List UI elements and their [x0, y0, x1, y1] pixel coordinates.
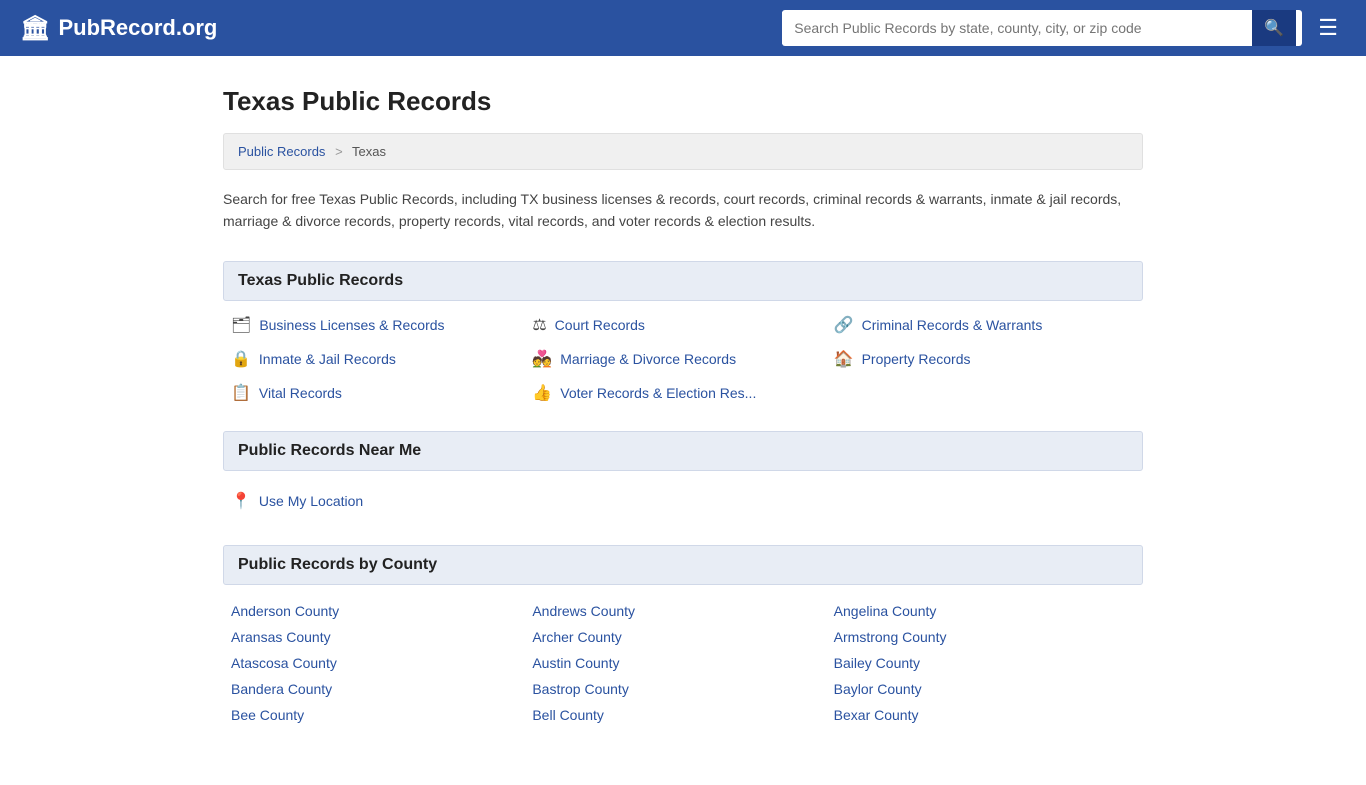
record-label: Court Records [555, 317, 645, 333]
record-item[interactable]: 🗂 Business Licenses & Records [231, 315, 532, 335]
record-icon: 🗂 [231, 315, 251, 335]
county-item[interactable]: Andrews County [532, 603, 833, 619]
record-icon: 📋 [231, 383, 251, 403]
county-item[interactable]: Bexar County [834, 707, 1135, 723]
county-section: Public Records by County Anderson County… [223, 545, 1143, 727]
main-content: Texas Public Records Public Records > Te… [203, 56, 1163, 785]
county-item[interactable]: Aransas County [231, 629, 532, 645]
county-item[interactable]: Bell County [532, 707, 833, 723]
county-item[interactable]: Armstrong County [834, 629, 1135, 645]
menu-button[interactable]: ☰ [1310, 13, 1346, 43]
record-label: Marriage & Divorce Records [560, 351, 736, 367]
record-label: Inmate & Jail Records [259, 351, 396, 367]
record-label: Voter Records & Election Res... [560, 385, 756, 401]
hamburger-icon: ☰ [1318, 15, 1338, 40]
record-icon: ⚖ [532, 315, 546, 335]
logo-icon: 🏛 [20, 14, 50, 43]
header-right: 🔍 ☰ [782, 10, 1346, 46]
page-title: Texas Public Records [223, 86, 1143, 117]
records-grid: 🗂 Business Licenses & Records ⚖ Court Recor… [223, 315, 1143, 403]
location-icon: 📍 [231, 491, 251, 511]
search-bar: 🔍 [782, 10, 1302, 46]
location-label: Use My Location [259, 493, 363, 509]
record-item[interactable]: 🔒 Inmate & Jail Records [231, 349, 532, 369]
site-logo[interactable]: 🏛 PubRecord.org [20, 14, 217, 43]
county-item[interactable]: Angelina County [834, 603, 1135, 619]
record-icon: 🔗 [834, 315, 854, 335]
search-input[interactable] [782, 12, 1252, 44]
logo-text: PubRecord.org [58, 15, 217, 41]
texas-records-section: Texas Public Records 🗂 Business Licenses … [223, 261, 1143, 403]
record-label: Vital Records [259, 385, 342, 401]
county-item[interactable]: Bastrop County [532, 681, 833, 697]
breadcrumb-separator: > [335, 144, 343, 159]
county-item[interactable]: Anderson County [231, 603, 532, 619]
county-item[interactable]: Bee County [231, 707, 532, 723]
record-label: Criminal Records & Warrants [862, 317, 1043, 333]
record-item[interactable]: 🔗 Criminal Records & Warrants [834, 315, 1135, 335]
record-icon: 💑 [532, 349, 552, 369]
breadcrumb-current: Texas [352, 144, 386, 159]
use-my-location[interactable]: 📍 Use My Location [231, 491, 1135, 511]
county-item[interactable]: Archer County [532, 629, 833, 645]
record-icon: 🔒 [231, 349, 251, 369]
near-me-section: Public Records Near Me 📍 Use My Location [223, 431, 1143, 517]
record-item[interactable]: 👍 Voter Records & Election Res... [532, 383, 833, 403]
near-me-content: 📍 Use My Location [223, 485, 1143, 517]
record-icon: 🏠 [834, 349, 854, 369]
record-label: Property Records [862, 351, 971, 367]
county-item[interactable]: Austin County [532, 655, 833, 671]
county-item[interactable]: Atascosa County [231, 655, 532, 671]
near-me-heading: Public Records Near Me [223, 431, 1143, 471]
county-item[interactable]: Bailey County [834, 655, 1135, 671]
breadcrumb-parent[interactable]: Public Records [238, 144, 325, 159]
breadcrumb: Public Records > Texas [223, 133, 1143, 170]
site-header: 🏛 PubRecord.org 🔍 ☰ [0, 0, 1366, 56]
record-item[interactable]: ⚖ Court Records [532, 315, 833, 335]
texas-records-heading: Texas Public Records [223, 261, 1143, 301]
county-item[interactable]: Baylor County [834, 681, 1135, 697]
search-icon: 🔍 [1264, 20, 1284, 37]
record-item[interactable]: 🏠 Property Records [834, 349, 1135, 369]
search-button[interactable]: 🔍 [1252, 10, 1296, 46]
record-label: Business Licenses & Records [259, 317, 444, 333]
record-item[interactable]: 💑 Marriage & Divorce Records [532, 349, 833, 369]
page-description: Search for free Texas Public Records, in… [223, 188, 1143, 233]
county-heading: Public Records by County [223, 545, 1143, 585]
county-item[interactable]: Bandera County [231, 681, 532, 697]
record-item[interactable]: 📋 Vital Records [231, 383, 532, 403]
county-grid: Anderson CountyAndrews CountyAngelina Co… [223, 599, 1143, 727]
record-icon: 👍 [532, 383, 552, 403]
